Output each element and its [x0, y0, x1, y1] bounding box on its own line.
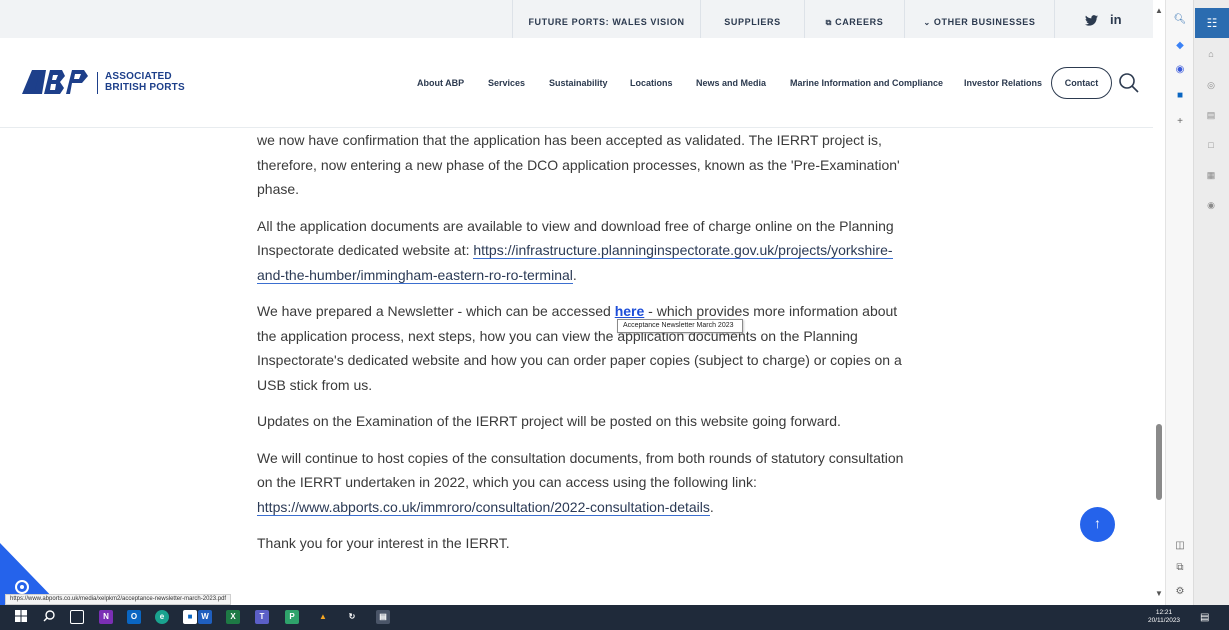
document-icon[interactable]: □ — [1204, 138, 1218, 152]
paragraph-text: . — [709, 498, 714, 515]
scroll-to-top-button[interactable]: ↑ — [1080, 507, 1115, 542]
paragraph-text: We will continue to host copies of the c… — [257, 449, 904, 491]
utility-bar: FUTURE PORTS: WALES VISION SUPPLIERS ⧉ C… — [0, 0, 1153, 38]
browser-window: FUTURE PORTS: WALES VISION SUPPLIERS ⧉ C… — [0, 0, 1229, 630]
page-scrollbar[interactable]: ▲ ▼ — [1153, 0, 1165, 605]
paragraph: Updates on the Examination of the IERRT … — [257, 413, 841, 429]
clock-time: 12:21 — [1155, 609, 1173, 616]
utility-link-label: SUPPLIERS — [724, 17, 781, 27]
consultation-details-link[interactable]: https://www.abports.co.uk/immroro/consul… — [257, 498, 710, 516]
windows-taskbar: N O e ■ W X T P ▲ ↻ ▤ 12:21 20/11/2023 ▤ — [0, 605, 1229, 630]
notification-icon[interactable]: ▤ — [1200, 612, 1209, 623]
utility-link-other-businesses[interactable]: ⌄ OTHER BUSINESSES — [904, 0, 1054, 38]
list-icon[interactable]: ▦ — [1204, 168, 1218, 182]
logo-divider — [97, 72, 98, 94]
twitter-icon[interactable] — [1085, 14, 1098, 29]
outlook-icon[interactable]: ■ — [1172, 88, 1188, 104]
external-open-icon[interactable]: ⧉ — [1172, 560, 1188, 576]
utility-link-label: OTHER BUSINESSES — [933, 17, 1036, 27]
edge-browser-icon[interactable]: e — [155, 610, 169, 624]
logo-wordmark[interactable]: ASSOCIATED BRITISH PORTS — [105, 71, 185, 93]
status-bar-url: https://www.abports.co.uk/media/xelpkm2/… — [5, 594, 232, 605]
onenote-icon[interactable]: N — [99, 610, 113, 624]
circle-icon[interactable]: ◉ — [1204, 198, 1218, 212]
utility-link-suppliers[interactable]: SUPPLIERS — [700, 0, 804, 38]
paragraph: We have prepared a Newsletter - which ca… — [257, 299, 917, 397]
chart-app-icon[interactable]: ▲ — [316, 610, 330, 624]
task-view-icon[interactable] — [70, 610, 84, 624]
external-link-icon: ⧉ — [825, 18, 832, 27]
logo-line-2: BRITISH PORTS — [105, 82, 185, 93]
clock-date: 20/11/2023 — [1148, 617, 1181, 624]
contact-button[interactable]: Contact — [1051, 67, 1112, 99]
nav-investor-relations[interactable]: Investor Relations — [964, 78, 1042, 88]
teams-icon[interactable]: T — [255, 610, 269, 624]
scroll-up-arrow-icon[interactable]: ▲ — [1155, 6, 1163, 15]
nav-services[interactable]: Services — [488, 78, 525, 88]
nav-sustainability[interactable]: Sustainability — [549, 78, 608, 88]
utility-link-careers[interactable]: ⧉ CAREERS — [804, 0, 904, 38]
paragraph-text: We have prepared a Newsletter - which ca… — [257, 303, 615, 319]
outlook-icon[interactable]: O — [127, 610, 141, 624]
scrollbar-thumb[interactable] — [1156, 424, 1162, 500]
chevron-down-icon: ⌄ — [923, 18, 931, 27]
sync-icon[interactable]: ↻ — [345, 610, 359, 624]
nav-news-media[interactable]: News and Media — [696, 78, 766, 88]
search-icon[interactable]: 🔍︎ — [1172, 12, 1188, 28]
file-explorer-icon[interactable]: ■ — [183, 610, 197, 624]
social-links: in — [1054, 0, 1153, 38]
system-clock[interactable]: 12:21 20/11/2023 — [1148, 609, 1180, 625]
app-window-icon[interactable]: ▤ — [376, 610, 390, 624]
excel-icon[interactable]: X — [226, 610, 240, 624]
paragraph: We will continue to host copies of the c… — [257, 446, 917, 520]
add-icon[interactable]: + — [1172, 114, 1188, 130]
split-screen-icon[interactable]: ◫ — [1172, 538, 1188, 554]
utility-link-label: CAREERS — [835, 17, 884, 27]
word-icon[interactable]: W — [198, 610, 212, 624]
utility-link-wales-vision[interactable]: FUTURE PORTS: WALES VISION — [512, 0, 700, 38]
apps-grid-icon[interactable]: ☷ — [1195, 8, 1229, 38]
logo-line-1: ASSOCIATED — [105, 71, 172, 82]
gear-icon[interactable]: ⚙︎ — [1172, 584, 1188, 600]
nav-about[interactable]: About ABP — [417, 78, 464, 88]
nav-marine-information[interactable]: Marine Information and Compliance — [790, 78, 943, 88]
shopping-tag-icon[interactable]: ◆ — [1172, 38, 1188, 54]
scroll-down-arrow-icon[interactable]: ▼ — [1155, 589, 1163, 598]
search-icon[interactable] — [1118, 72, 1140, 94]
site-header: ASSOCIATED BRITISH PORTS About ABP Servi… — [0, 38, 1153, 128]
right-apps-panel: ☷ ⌂ ◎ ▤ □ ▦ ◉ — [1193, 0, 1229, 605]
paragraph-text: . — [572, 266, 577, 283]
calendar-icon[interactable]: ▤ — [1204, 108, 1218, 122]
home-icon[interactable]: ⌂ — [1204, 47, 1218, 61]
browser-sidebar: 🔍︎ ◆ ◉ ■ + ◫ ⧉ ⚙︎ — [1165, 0, 1193, 605]
newsletter-here-link[interactable]: here — [615, 303, 645, 319]
search-icon[interactable] — [42, 610, 56, 624]
planner-icon[interactable]: P — [285, 610, 299, 624]
article-body: we now have confirmation that the applic… — [257, 128, 917, 568]
globe-icon[interactable]: ◎ — [1204, 78, 1218, 92]
linkedin-icon[interactable]: in — [1110, 12, 1122, 27]
arrow-up-icon: ↑ — [1094, 515, 1101, 531]
paragraph: All the application documents are availa… — [257, 214, 917, 288]
link-tooltip: Acceptance Newsletter March 2023 — [617, 319, 743, 333]
utility-link-label: FUTURE PORTS: WALES VISION — [528, 17, 685, 27]
paragraph: we now have confirmation that the applic… — [257, 132, 900, 197]
windows-start-icon[interactable] — [14, 610, 28, 624]
nav-locations[interactable]: Locations — [630, 78, 673, 88]
paragraph: Thank you for your interest in the IERRT… — [257, 535, 510, 551]
abp-logo-icon[interactable] — [22, 70, 88, 94]
games-icon[interactable]: ◉ — [1172, 62, 1188, 78]
